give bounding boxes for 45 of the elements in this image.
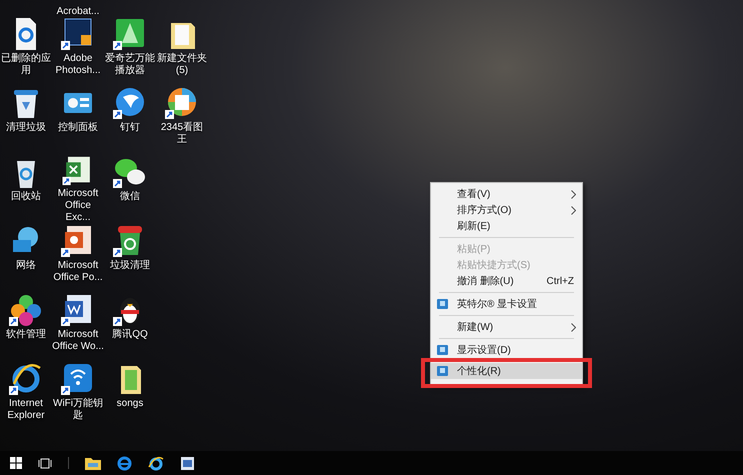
desktop-icon-label: songs: [116, 398, 144, 410]
desktop-icon-label: 网络: [15, 260, 37, 272]
desktop-icon-label: 微信: [119, 191, 141, 203]
task-view-icon[interactable]: [38, 458, 52, 468]
desktop-icon-label: 钉钉: [119, 122, 141, 134]
app-window-icon[interactable]: [180, 456, 195, 470]
menu-item[interactable]: 查看(V): [431, 186, 582, 202]
desktop-icon-label: 控制面板: [57, 122, 99, 134]
shortcut-hint: Ctrl+Z: [546, 274, 574, 288]
desktop-icon-label: Internet Explorer: [6, 398, 46, 422]
menu-item[interactable]: 新建(W): [431, 319, 582, 335]
menu-item[interactable]: 个性化(R): [431, 363, 582, 379]
folder-icon[interactable]: [85, 456, 101, 470]
clover-icon[interactable]: [9, 293, 43, 327]
windows-logo-icon[interactable]: [10, 457, 22, 469]
desktop-icon-label: 清理垃圾: [5, 122, 47, 134]
wifi-icon[interactable]: [61, 362, 95, 396]
menu-item[interactable]: 撤消 删除(U) Ctrl+Z: [431, 273, 582, 289]
desktop-icon-label: 腾讯QQ: [111, 329, 149, 341]
desktop-icon-label: 已删除的应用: [0, 53, 52, 77]
settings-app-icon: [437, 299, 448, 309]
desktop-icon-label: WiFi万能钥匙: [52, 398, 104, 422]
browser-icon[interactable]: [9, 362, 43, 396]
desktop-icon-label: Adobe Photosh...: [54, 53, 102, 77]
desktop-icon-label: Microsoft Office Po...: [52, 260, 104, 284]
picture-viewer-icon[interactable]: [165, 86, 199, 120]
menu-item[interactable]: 英特尔® 显卡设置: [431, 296, 582, 312]
chevron-right-icon: [571, 322, 576, 332]
desktop-icon-label: 回收站: [10, 191, 42, 203]
settings-app-icon: [437, 345, 448, 355]
desktop-icon-label: 软件管理: [5, 329, 47, 341]
desktop-icon-label: 新建文件夹 (5): [156, 53, 208, 77]
settings-app-icon: [437, 366, 448, 376]
menu-item[interactable]: 排序方式(O): [431, 202, 582, 218]
menu-item[interactable]: 显示设置(D): [431, 342, 582, 358]
browser-icon[interactable]: [148, 456, 164, 470]
desktop-icon-label: Microsoft Office Exc...: [56, 188, 100, 224]
desktop-icon-label: Microsoft Office Wo...: [52, 329, 104, 353]
desktop-icon-label: 垃圾清理: [109, 260, 151, 272]
wing-icon[interactable]: [113, 86, 147, 120]
desktop-icon-label: 爱奇艺万能播放器: [104, 53, 156, 77]
desktop-icon-label: Acrobat...: [56, 6, 100, 17]
app-tile-icon[interactable]: [113, 17, 147, 51]
menu-item[interactable]: 刷新(E): [431, 218, 582, 234]
desktop-icon-label: 2345看图王: [160, 122, 204, 146]
